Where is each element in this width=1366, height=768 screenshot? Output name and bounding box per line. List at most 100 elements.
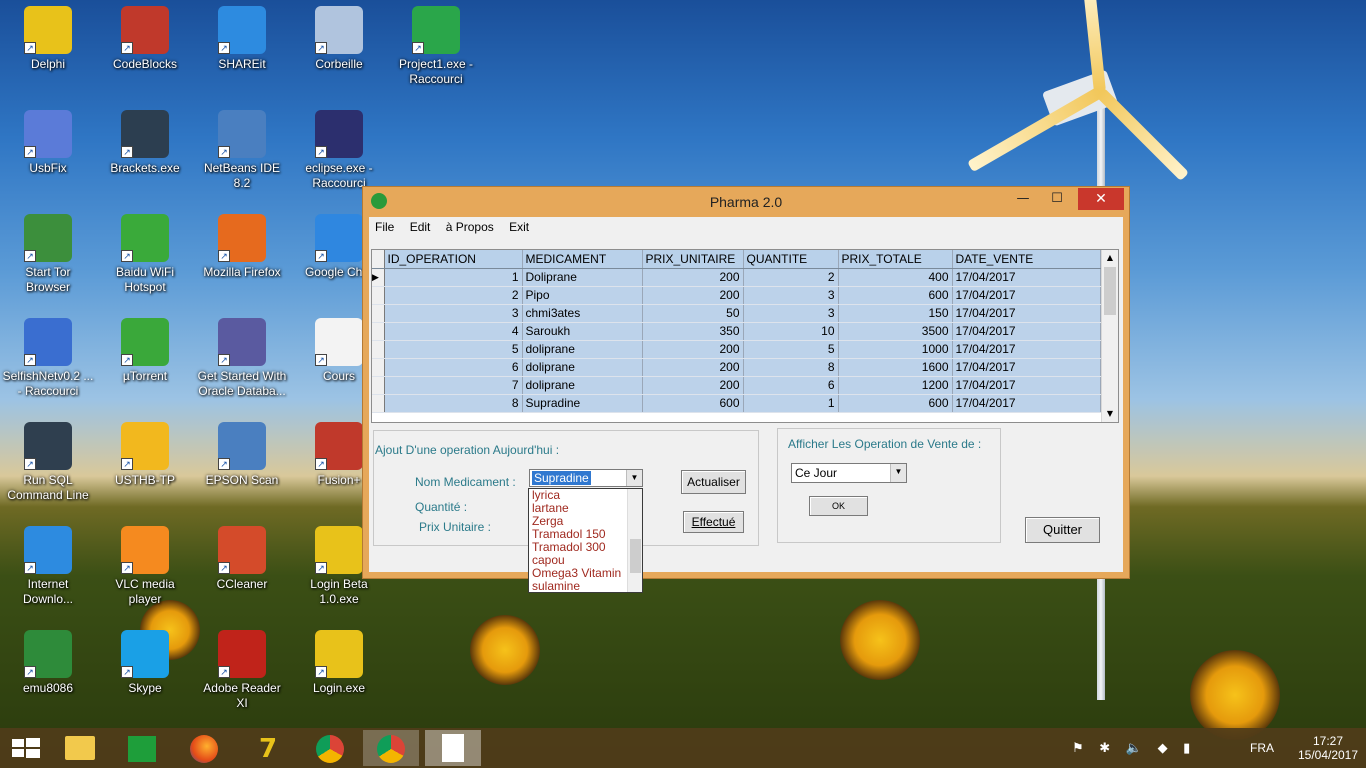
menu-a-propos[interactable]: à Propos bbox=[440, 217, 500, 237]
table-cell[interactable]: doliprane bbox=[522, 358, 643, 377]
table-cell[interactable]: 1200 bbox=[838, 376, 953, 395]
table-cell[interactable]: 600 bbox=[838, 286, 953, 305]
title-bar[interactable]: Pharma 2.0 — ☐ ✕ bbox=[363, 187, 1129, 215]
desktop-icon[interactable]: ↗ Internet Downlo... bbox=[2, 520, 94, 607]
firefox-taskbar-icon[interactable] bbox=[176, 730, 232, 766]
scroll-thumb[interactable] bbox=[1104, 267, 1116, 315]
row-selector[interactable] bbox=[372, 286, 385, 305]
pharma-taskbar-icon[interactable] bbox=[425, 730, 481, 766]
desktop-icon[interactable]: ↗ Brackets.exe bbox=[99, 104, 191, 176]
clock[interactable]: 17:27 15/04/2017 bbox=[1296, 728, 1360, 768]
table-row[interactable]: 6 doliprane 200 8 1600 17/04/2017 bbox=[372, 358, 1101, 377]
col-id-operation[interactable]: ID_OPERATION bbox=[384, 250, 523, 269]
table-cell[interactable]: 10 bbox=[743, 322, 839, 341]
table-row[interactable]: 8 Supradine 600 1 600 17/04/2017 bbox=[372, 394, 1101, 413]
ok-button[interactable]: OK bbox=[809, 496, 868, 516]
desktop-icon[interactable]: ↗ CodeBlocks bbox=[99, 0, 191, 72]
table-row[interactable]: 3 chmi3ates 50 3 150 17/04/2017 bbox=[372, 304, 1101, 323]
chevron-down-icon[interactable]: ▼ bbox=[626, 470, 642, 486]
table-cell[interactable]: 200 bbox=[642, 340, 744, 359]
table-cell[interactable]: 3500 bbox=[838, 322, 953, 341]
table-cell[interactable]: 200 bbox=[642, 358, 744, 377]
chrome-active-taskbar-icon[interactable] bbox=[363, 730, 419, 766]
desktop-icon[interactable]: ↗ Adobe Reader XI bbox=[196, 624, 288, 711]
col-prix-unitaire[interactable]: PRIX_UNITAIRE bbox=[642, 250, 744, 269]
table-cell[interactable]: 6 bbox=[384, 358, 523, 377]
table-cell[interactable]: 1600 bbox=[838, 358, 953, 377]
table-cell[interactable]: 350 bbox=[642, 322, 744, 341]
desktop-icon[interactable]: ↗ SelfishNetv0.2 ... - Raccourci bbox=[2, 312, 94, 399]
table-cell[interactable]: 8 bbox=[743, 358, 839, 377]
desktop-icon[interactable]: ↗ EPSON Scan bbox=[196, 416, 288, 488]
desktop-icon[interactable]: ↗ NetBeans IDE 8.2 bbox=[196, 104, 288, 191]
table-cell[interactable]: Pipo bbox=[522, 286, 643, 305]
row-selector[interactable] bbox=[372, 358, 385, 377]
row-selector[interactable] bbox=[372, 340, 385, 359]
table-cell[interactable]: 17/04/2017 bbox=[952, 358, 1101, 377]
table-cell[interactable]: doliprane bbox=[522, 376, 643, 395]
sales-grid[interactable]: ID_OPERATION MEDICAMENT PRIX_UNITAIRE QU… bbox=[371, 249, 1119, 423]
table-row[interactable]: 5 doliprane 200 5 1000 17/04/2017 bbox=[372, 340, 1101, 359]
language-indicator[interactable]: FRA bbox=[1250, 728, 1274, 768]
table-cell[interactable]: 3 bbox=[743, 304, 839, 323]
desktop-icon[interactable]: ↗ Get Started With Oracle Databa... bbox=[196, 312, 288, 399]
table-cell[interactable]: 7 bbox=[384, 376, 523, 395]
desktop-icon[interactable]: ↗ µTorrent bbox=[99, 312, 191, 384]
table-cell[interactable]: chmi3ates bbox=[522, 304, 643, 323]
system-tray-icons[interactable]: ⚑ ✱ 🔈 ◆ ▮ ▂▄▆ ◀ bbox=[1072, 728, 1242, 768]
desktop-icon[interactable]: ↗ Skype bbox=[99, 624, 191, 696]
table-row[interactable]: 4 Saroukh 350 10 3500 17/04/2017 bbox=[372, 322, 1101, 341]
desktop-icon[interactable]: ↗ eclipse.exe - Raccourci bbox=[293, 104, 385, 191]
actualiser-button[interactable]: Actualiser bbox=[681, 470, 746, 494]
table-cell[interactable]: 5 bbox=[384, 340, 523, 359]
table-cell[interactable]: 3 bbox=[743, 286, 839, 305]
row-selector[interactable] bbox=[372, 304, 385, 323]
desktop-icon[interactable]: ↗ Start Tor Browser bbox=[2, 208, 94, 295]
table-row[interactable]: 2 Pipo 200 3 600 17/04/2017 bbox=[372, 286, 1101, 305]
table-cell[interactable]: 400 bbox=[838, 268, 953, 287]
desktop-icon[interactable]: ↗ SHAREit bbox=[196, 0, 288, 72]
chrome-taskbar-icon[interactable] bbox=[302, 730, 358, 766]
table-cell[interactable]: 4 bbox=[384, 322, 523, 341]
maximize-button[interactable]: ☐ bbox=[1043, 188, 1071, 210]
dropdown-scrollbar[interactable] bbox=[627, 489, 642, 592]
col-quantite[interactable]: QUANTITE bbox=[743, 250, 839, 269]
period-combobox[interactable]: Ce Jour ▼ bbox=[791, 463, 907, 483]
medicament-dropdown-list[interactable]: lyrica lartane Zerga Tramadol 150 Tramad… bbox=[528, 488, 643, 593]
desktop-icon[interactable]: ↗ Mozilla Firefox bbox=[196, 208, 288, 280]
table-cell[interactable]: 2 bbox=[384, 286, 523, 305]
table-cell[interactable]: 17/04/2017 bbox=[952, 268, 1101, 287]
table-cell[interactable]: 17/04/2017 bbox=[952, 376, 1101, 395]
table-cell[interactable]: 17/04/2017 bbox=[952, 322, 1101, 341]
table-cell[interactable]: 150 bbox=[838, 304, 953, 323]
desktop-icon[interactable]: ↗ VLC media player bbox=[99, 520, 191, 607]
menu-file[interactable]: File bbox=[369, 217, 400, 237]
table-cell[interactable]: doliprane bbox=[522, 340, 643, 359]
row-selector[interactable]: ▶ bbox=[372, 268, 385, 287]
delphi-taskbar-icon[interactable]: 7 bbox=[240, 730, 296, 766]
col-date-vente[interactable]: DATE_VENTE bbox=[952, 250, 1101, 269]
scroll-up-icon[interactable]: ▲ bbox=[1102, 250, 1118, 266]
table-cell[interactable]: 17/04/2017 bbox=[952, 304, 1101, 323]
dropdown-option[interactable]: sulamine bbox=[529, 580, 642, 593]
table-cell[interactable]: 600 bbox=[642, 394, 744, 413]
table-cell[interactable]: Supradine bbox=[522, 394, 643, 413]
row-selector[interactable] bbox=[372, 376, 385, 395]
minimize-button[interactable]: — bbox=[1009, 188, 1037, 210]
desktop-icon[interactable]: ↗ Login.exe bbox=[293, 624, 385, 696]
table-cell[interactable]: 1 bbox=[384, 268, 523, 287]
table-cell[interactable]: Doliprane bbox=[522, 268, 643, 287]
desktop-icon[interactable]: ↗ Baidu WiFi Hotspot bbox=[99, 208, 191, 295]
medicament-combobox[interactable]: Supradine ▼ bbox=[529, 469, 643, 487]
table-cell[interactable]: 17/04/2017 bbox=[952, 394, 1101, 413]
row-selector[interactable] bbox=[372, 394, 385, 413]
file-explorer-taskbar-icon[interactable] bbox=[52, 730, 108, 766]
table-row[interactable]: 7 doliprane 200 6 1200 17/04/2017 bbox=[372, 376, 1101, 395]
table-row[interactable]: ▶ 1 Doliprane 200 2 400 17/04/2017 bbox=[372, 268, 1101, 287]
table-cell[interactable]: 200 bbox=[642, 376, 744, 395]
table-cell[interactable]: Saroukh bbox=[522, 322, 643, 341]
menu-exit[interactable]: Exit bbox=[503, 217, 535, 237]
table-cell[interactable]: 1 bbox=[743, 394, 839, 413]
chevron-down-icon[interactable]: ▼ bbox=[890, 464, 906, 482]
table-cell[interactable]: 600 bbox=[838, 394, 953, 413]
